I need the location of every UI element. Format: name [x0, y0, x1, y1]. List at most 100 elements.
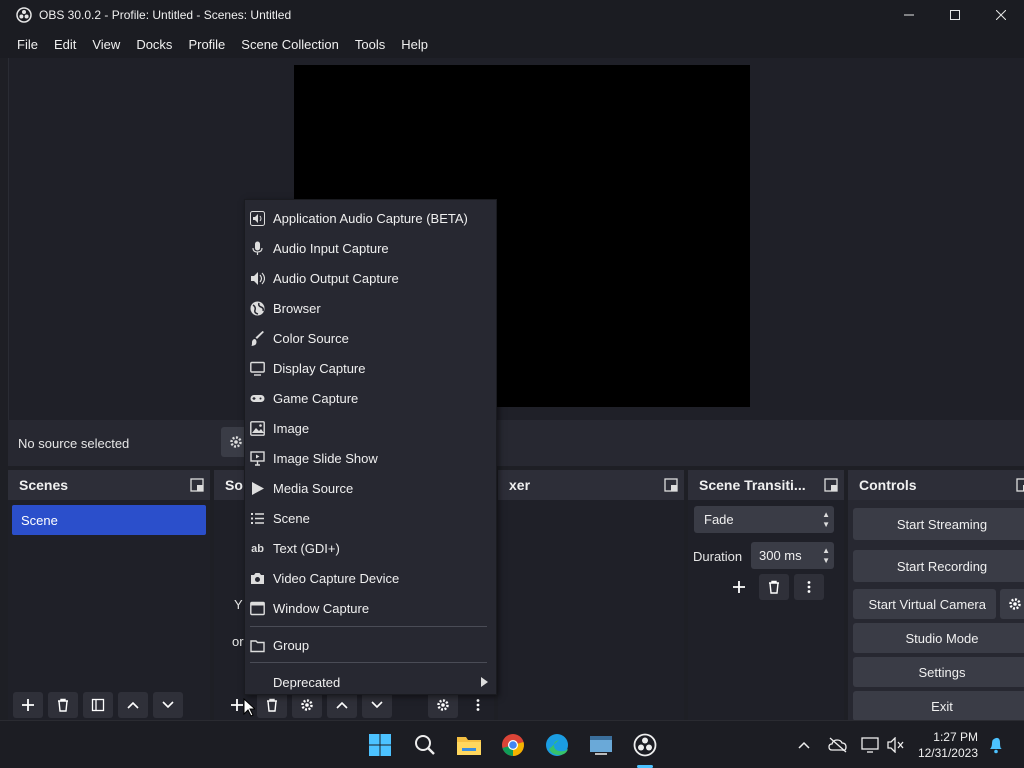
text-icon: ab [251, 542, 264, 555]
volume-button[interactable] [884, 731, 908, 759]
menu-separator [250, 662, 487, 663]
chrome-button[interactable] [499, 731, 527, 759]
windows-taskbar: 1:27 PM 12/31/2023 [0, 720, 1024, 768]
virtual-camera-settings-button[interactable] [1000, 589, 1024, 619]
folder-icon [250, 638, 265, 653]
taskbar-search-button[interactable] [411, 731, 439, 759]
taskbar-clock[interactable]: 1:27 PM 12/31/2023 [918, 729, 978, 761]
controls-dock-header: Controls [848, 470, 1024, 500]
image-icon [250, 421, 265, 436]
undock-icon[interactable] [1016, 478, 1024, 492]
menu-item-window-capture[interactable]: Window Capture [245, 593, 496, 623]
maximize-icon [950, 10, 960, 20]
minimize-icon [904, 14, 914, 16]
filter-icon [91, 698, 105, 712]
menu-item-browser[interactable]: Browser [245, 293, 496, 323]
spinbox-arrows-icon[interactable]: ▲ ▼ [822, 542, 830, 569]
audio-mixer-toolbar [428, 690, 684, 720]
menu-view[interactable]: View [84, 37, 128, 52]
transition-menu-button[interactable] [794, 574, 824, 600]
onedrive-button[interactable] [826, 731, 850, 759]
duration-spinbox[interactable]: 300 ms ▲ ▼ [751, 542, 834, 569]
scenes-dock: Scenes Scene [8, 470, 210, 720]
edge-button[interactable] [543, 731, 571, 759]
monitor-icon [250, 361, 265, 376]
scene-transitions-dock-title: Scene Transiti... [699, 477, 806, 493]
undock-icon[interactable] [824, 478, 838, 492]
menu-item-display-capture[interactable]: Display Capture [245, 353, 496, 383]
start-button[interactable] [366, 731, 394, 759]
scenes-list: Scene [8, 500, 210, 720]
edge-icon [546, 734, 568, 756]
plus-icon [231, 699, 243, 711]
audio-mixer-dock-title: xer [509, 477, 531, 493]
undock-icon[interactable] [664, 478, 678, 492]
menu-item-text-gdi[interactable]: ab Text (GDI+) [245, 533, 496, 563]
trash-icon [769, 580, 779, 594]
menu-item-color-source[interactable]: Color Source [245, 323, 496, 353]
studio-mode-button[interactable]: Studio Mode [853, 623, 1024, 653]
start-virtual-camera-button[interactable]: Start Virtual Camera [853, 589, 996, 619]
scene-filters-button[interactable] [83, 692, 113, 718]
add-transition-button[interactable] [724, 574, 754, 600]
chevron-down-icon [162, 701, 174, 709]
maximize-button[interactable] [932, 0, 978, 30]
remove-scene-button[interactable] [48, 692, 78, 718]
audio-mixer-body [428, 500, 684, 720]
close-button[interactable] [978, 0, 1024, 30]
menu-item-scene[interactable]: Scene [245, 503, 496, 533]
menu-tools[interactable]: Tools [347, 37, 393, 52]
obs-logo-icon [16, 7, 32, 23]
menu-item-image[interactable]: Image [245, 413, 496, 443]
menu-item-group[interactable]: Group [245, 630, 496, 660]
menu-edit[interactable]: Edit [46, 37, 84, 52]
transition-select[interactable]: Fade ▲ ▼ [694, 506, 834, 533]
gamepad-icon [250, 391, 265, 406]
settings-button[interactable]: Settings [853, 657, 1024, 687]
menu-item-video-capture-device[interactable]: Video Capture Device [245, 563, 496, 593]
menu-scene-collection[interactable]: Scene Collection [233, 37, 347, 52]
obs-taskbar-button[interactable] [631, 731, 659, 759]
camera-icon [250, 571, 265, 586]
plus-icon [22, 699, 34, 711]
menu-profile[interactable]: Profile [180, 37, 233, 52]
file-explorer-button[interactable] [455, 731, 483, 759]
speaker-box-icon [250, 211, 265, 226]
remove-transition-button[interactable] [759, 574, 789, 600]
exit-button[interactable]: Exit [853, 691, 1024, 720]
network-button[interactable] [858, 731, 882, 759]
transition-select-value: Fade [704, 512, 734, 527]
minimize-button[interactable] [886, 0, 932, 30]
add-scene-button[interactable] [13, 692, 43, 718]
show-hidden-icons-button[interactable] [792, 731, 816, 759]
move-scene-down-button[interactable] [153, 692, 183, 718]
microphone-icon [250, 241, 265, 256]
menu-item-deprecated[interactable]: Deprecated [245, 667, 496, 697]
move-scene-up-button[interactable] [118, 692, 148, 718]
menu-item-application-audio-capture[interactable]: Application Audio Capture (BETA) [245, 203, 496, 233]
bell-icon [990, 737, 1002, 754]
start-recording-button[interactable]: Start Recording [853, 550, 1024, 582]
chrome-icon [502, 734, 524, 756]
window-title: OBS 30.0.2 - Profile: Untitled - Scenes:… [39, 8, 292, 22]
scene-list-item[interactable]: Scene [12, 505, 206, 535]
taskbar-app-button[interactable] [587, 731, 615, 759]
windows-logo-icon [369, 734, 391, 756]
scene-transitions-dock-header: Scene Transiti... [688, 470, 844, 500]
close-icon [996, 10, 1006, 20]
kebab-menu-icon [476, 699, 480, 711]
audio-mixer-dock-header: xer [498, 470, 684, 500]
menu-file[interactable]: File [9, 37, 46, 52]
scenes-dock-header: Scenes [8, 470, 210, 500]
add-source-context-menu: Application Audio Capture (BETA) Audio I… [244, 199, 497, 695]
start-streaming-button[interactable]: Start Streaming [853, 508, 1024, 540]
menu-docks[interactable]: Docks [128, 37, 180, 52]
menu-item-media-source[interactable]: Media Source [245, 473, 496, 503]
menu-item-image-slide-show[interactable]: Image Slide Show [245, 443, 496, 473]
menu-item-audio-input-capture[interactable]: Audio Input Capture [245, 233, 496, 263]
menu-item-game-capture[interactable]: Game Capture [245, 383, 496, 413]
notifications-button[interactable] [984, 731, 1008, 759]
menu-item-audio-output-capture[interactable]: Audio Output Capture [245, 263, 496, 293]
menu-help[interactable]: Help [393, 37, 436, 52]
undock-icon[interactable] [190, 478, 204, 492]
